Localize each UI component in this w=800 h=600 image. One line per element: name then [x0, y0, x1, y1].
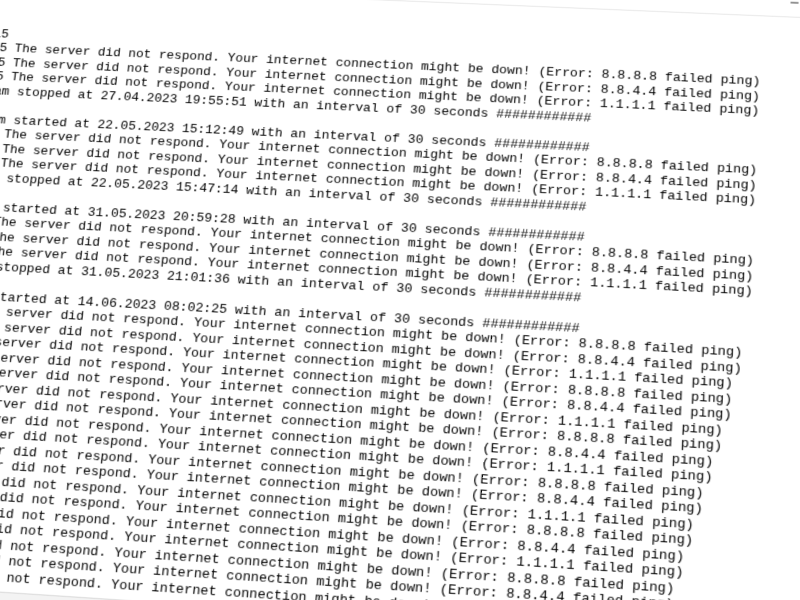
- minimize-icon: [789, 0, 799, 8]
- text-area[interactable]: 27.04.2023 19:53:1527.04.2023 19:53:45 T…: [0, 0, 800, 600]
- minimize-button[interactable]: [771, 0, 800, 18]
- notepad-window: 27.04.2023 19:53:1527.04.2023 19:53:45 T…: [0, 0, 800, 600]
